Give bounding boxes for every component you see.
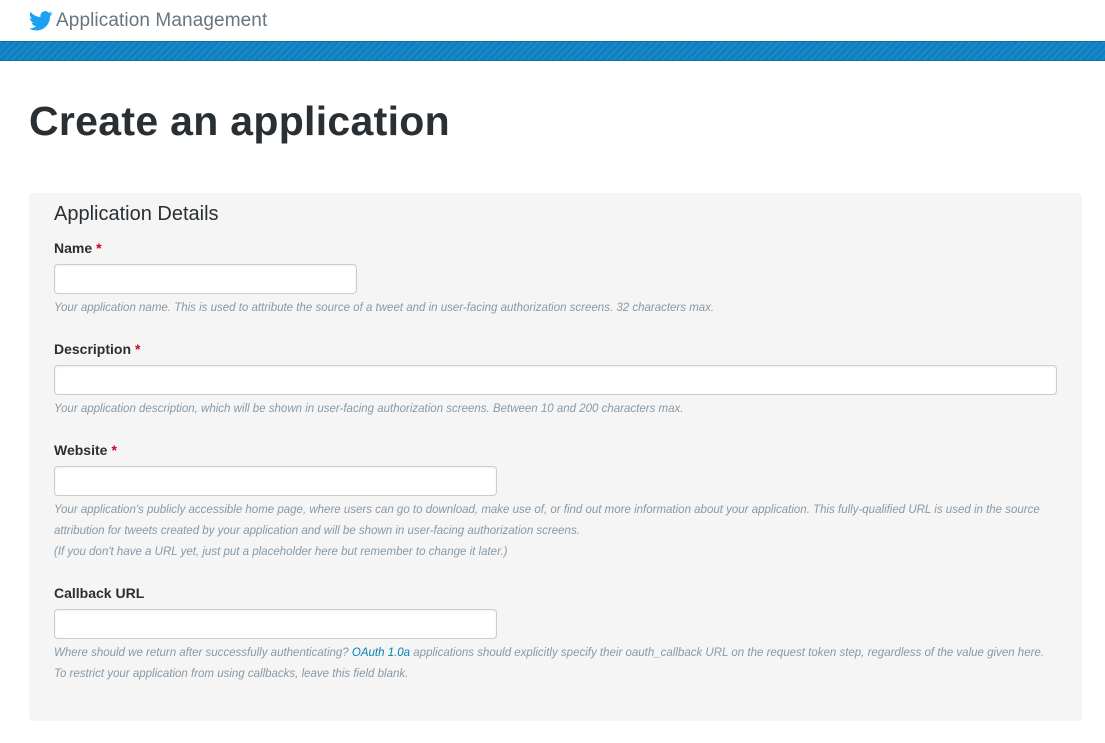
- callback-url-label: Callback URL: [54, 585, 144, 601]
- website-help-text: Your application's publicly accessible h…: [54, 500, 1054, 563]
- application-details-panel: Application Details Name * Your applicati…: [29, 193, 1082, 721]
- oauth-link[interactable]: OAuth 1.0a: [352, 647, 410, 659]
- twitter-bird-icon: [29, 11, 53, 31]
- header-accent-bar: [0, 41, 1105, 61]
- callback-url-label-text: Callback URL: [54, 585, 145, 601]
- callback-url-input[interactable]: [54, 609, 497, 639]
- website-label-text: Website: [54, 442, 108, 458]
- required-marker: *: [111, 442, 117, 458]
- page-title: Create an application: [29, 98, 450, 144]
- website-label: Website *: [54, 442, 117, 458]
- description-label-text: Description: [54, 341, 132, 357]
- top-header: Application Management: [0, 0, 1105, 41]
- name-label-text: Name: [54, 240, 93, 256]
- required-marker: *: [135, 341, 141, 357]
- description-help-text: Your application description, which will…: [54, 403, 684, 415]
- description-input[interactable]: [54, 365, 1057, 395]
- brand-link[interactable]: Application Management: [29, 8, 267, 34]
- brand-title: Application Management: [56, 10, 268, 31]
- website-input[interactable]: [54, 466, 497, 496]
- section-title: Application Details: [54, 203, 219, 225]
- website-help-line-1: Your application's publicly accessible h…: [54, 504, 1040, 537]
- website-help-line-2: (If you don't have a URL yet, just put a…: [54, 546, 508, 558]
- name-help-text: Your application name. This is used to a…: [54, 302, 715, 314]
- callback-help-before: Where should we return after successfull…: [54, 647, 352, 659]
- callback-url-help-text: Where should we return after successfull…: [54, 643, 1054, 685]
- description-label: Description *: [54, 341, 140, 357]
- name-input[interactable]: [54, 264, 357, 294]
- name-label: Name *: [54, 240, 102, 256]
- required-marker: *: [96, 240, 102, 256]
